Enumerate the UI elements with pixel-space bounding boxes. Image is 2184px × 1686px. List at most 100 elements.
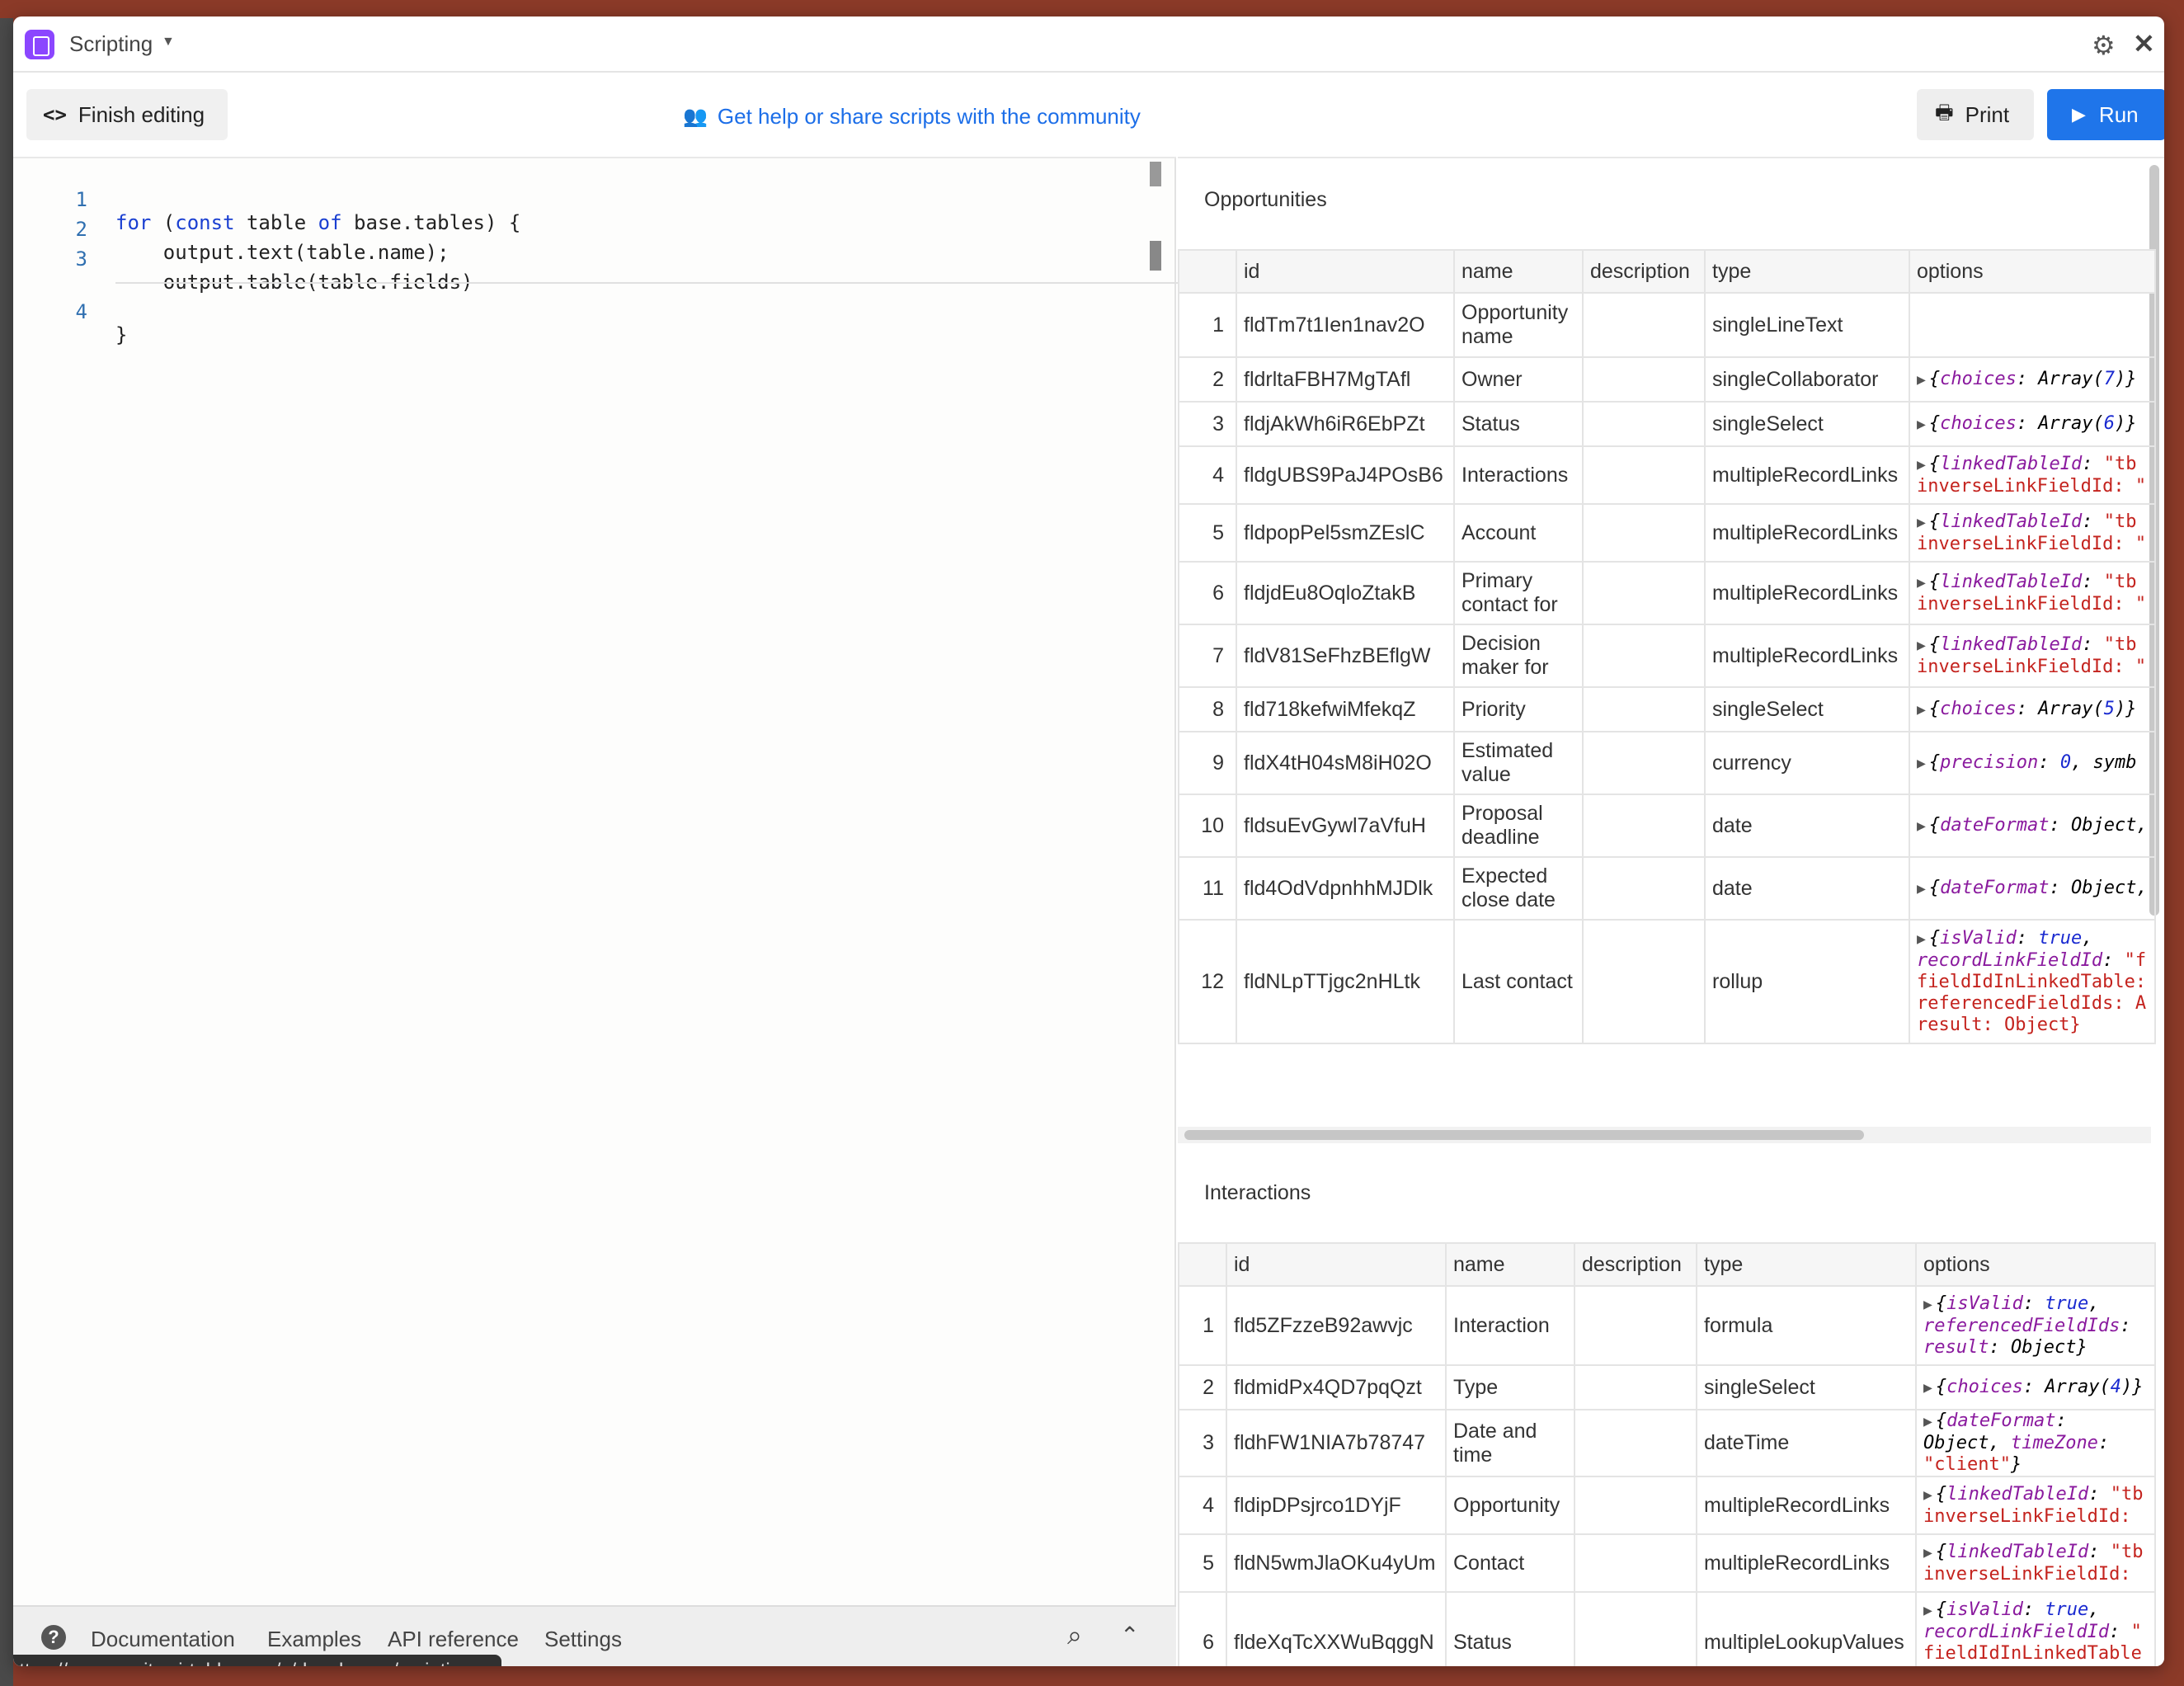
options-object-preview[interactable]: ▶ {dateFormat: Object, <box>1917 815 2148 837</box>
field-options-cell[interactable]: ▶ {isValid: true, recordLinkFieldId: " fi… <box>1915 1591 2156 1667</box>
field-id-cell: fldjdEu8OqloZtakB <box>1236 561 1455 625</box>
field-id-cell: fldgUBS9PaJ4POsB6 <box>1236 445 1455 505</box>
options-object-preview[interactable]: ▶ {choices: Array(6)} <box>1917 413 2148 436</box>
options-object-preview[interactable]: ▶ {linkedTableId: "tb inverseLinkFieldId:… <box>1917 572 2148 615</box>
table-row: 9 fldX4tH04sM8iH02O Estimated value currenc… <box>1178 731 2156 795</box>
table-heading: Opportunities <box>1204 188 1327 211</box>
examples-link[interactable]: Examples <box>267 1627 361 1652</box>
row-index: 9 <box>1178 731 1237 795</box>
table-row: 5 fldpopPel5smZEslC Account multipleRecordL… <box>1178 503 2156 563</box>
row-index: 10 <box>1178 794 1237 858</box>
options-object-preview[interactable]: ▶ {linkedTableId: "tb inverseLinkFieldId: <box>1923 1542 2148 1585</box>
search-icon[interactable]: ⌕ <box>1067 1620 1082 1651</box>
app-title[interactable]: Scripting <box>69 31 153 57</box>
settings-link[interactable]: Settings <box>544 1627 622 1652</box>
field-options-cell[interactable]: ▶ {dateFormat: Object, <box>1909 856 2156 921</box>
options-object-preview[interactable]: ▶ {linkedTableId: "tb inverseLinkFieldId: <box>1923 1484 2148 1528</box>
table-header-row: id name description type options <box>1178 249 2156 294</box>
output-scroll-area[interactable]: Opportunities id name description type optio… <box>1178 158 2164 1666</box>
table-row: 3 fldjAkWh6iR6EbPZt Status singleSelect ▶ {ch… <box>1178 401 2156 447</box>
code-editor[interactable]: 1 for (const table of base.tables) { 2 o… <box>13 158 1184 1594</box>
options-object-preview[interactable]: ▶ {dateFormat: Object, <box>1917 878 2148 900</box>
field-type-cell: multipleLookupValues <box>1696 1591 1917 1666</box>
field-options-cell[interactable]: ▶ {isValid: true, recordLinkFieldId: "f f… <box>1909 919 2156 1044</box>
table-row: 6 fldeXqTcXXWuBqggN Status multipleLookupVa… <box>1178 1591 2156 1667</box>
table-row: 10 fldsuEvGywl7aVfuH Proposal deadline date… <box>1178 794 2156 858</box>
field-options-cell[interactable]: ▶ {isValid: true, referencedFieldIds: res… <box>1915 1285 2156 1366</box>
field-options-cell[interactable]: ▶ {dateFormat: Object, <box>1909 794 2156 858</box>
field-options-cell[interactable]: ▶ {choices: Array(6)} <box>1909 401 2156 447</box>
options-object-preview[interactable]: ▶ {dateFormat: Object, timeZone: "client"… <box>1923 1411 2148 1475</box>
field-options-cell[interactable]: ▶ {dateFormat: Object, timeZone: "client"… <box>1915 1409 2156 1477</box>
table-row: 4 fldgUBS9PaJ4POsB6 Interactions multipleRe… <box>1178 445 2156 505</box>
field-id-cell: fldV81SeFhzBEflgW <box>1236 624 1455 688</box>
field-id-cell: fldN5wmJlaOKu4yUm <box>1226 1533 1447 1593</box>
column-header-type: type <box>1696 1242 1917 1287</box>
field-type-cell: date <box>1704 856 1910 921</box>
community-help-link[interactable]: 👥 Get help or share scripts with the com… <box>683 104 1141 130</box>
options-object-preview[interactable]: ▶ {linkedTableId: "tb inverseLinkFieldId:… <box>1917 454 2148 497</box>
options-object-preview[interactable]: ▶ {choices: Array(7)} <box>1917 369 2148 391</box>
field-type-cell: singleSelect <box>1704 401 1910 447</box>
field-options-cell[interactable]: ▶ {precision: 0, symb <box>1909 731 2156 795</box>
options-object-preview[interactable]: ▶ {isValid: true, recordLinkFieldId: "f f… <box>1917 928 2148 1036</box>
field-options-cell[interactable]: ▶ {linkedTableId: "tb inverseLinkFieldId:… <box>1909 445 2156 505</box>
chevron-up-icon[interactable]: ⌃ <box>1120 1622 1139 1649</box>
field-description-cell <box>1582 445 1706 505</box>
horizontal-scrollbar[interactable] <box>1178 1127 2151 1143</box>
field-options-cell[interactable]: ▶ {linkedTableId: "tb inverseLinkFieldId: <box>1915 1533 2156 1593</box>
code-icon: <> <box>43 103 67 126</box>
row-index: 1 <box>1178 1285 1227 1366</box>
options-object-preview[interactable]: ▶ {choices: Array(4)} <box>1923 1377 2148 1399</box>
field-description-cell <box>1582 731 1706 795</box>
documentation-link[interactable]: Documentation <box>91 1627 235 1652</box>
field-options-cell[interactable]: ▶ {linkedTableId: "tb inverseLinkFieldId:… <box>1909 624 2156 688</box>
field-options-cell[interactable]: ▶ {linkedTableId: "tb inverseLinkFieldId:… <box>1909 503 2156 563</box>
horizontal-scrollbar-thumb[interactable] <box>1184 1130 1864 1140</box>
chevron-down-icon[interactable]: ▼ <box>162 35 175 49</box>
api-reference-link[interactable]: API reference <box>388 1627 519 1652</box>
options-object-preview[interactable]: ▶ {linkedTableId: "tb inverseLinkFieldId:… <box>1917 511 2148 555</box>
scripting-app-icon <box>25 30 54 59</box>
editor-scrollbar-thumb[interactable] <box>1150 162 1161 186</box>
field-id-cell: fldTm7t1Ien1nav2O <box>1236 292 1455 358</box>
field-name-cell: Opportunity name <box>1453 292 1584 358</box>
help-icon[interactable]: ? <box>41 1625 66 1650</box>
field-name-cell: Date and time <box>1445 1409 1575 1477</box>
field-type-cell: dateTime <box>1696 1409 1917 1477</box>
field-type-cell: formula <box>1696 1285 1917 1366</box>
print-button[interactable]: 🖶 Print <box>1917 89 2034 140</box>
field-options-cell[interactable]: ▶ {choices: Array(5)} <box>1909 686 2156 732</box>
code-editor-pane: <> Finish editing 👥 Get help or share sc… <box>13 73 1184 1666</box>
field-description-cell <box>1582 561 1706 625</box>
options-object-preview[interactable]: ▶ {precision: 0, symb <box>1917 752 2148 775</box>
backdrop-right <box>2164 18 2184 1686</box>
row-index: 3 <box>1178 401 1237 447</box>
options-object-preview[interactable]: ▶ {choices: Array(5)} <box>1917 699 2148 721</box>
options-object-preview[interactable]: ▶ {linkedTableId: "tb inverseLinkFieldId:… <box>1917 634 2148 678</box>
run-label: Run <box>2098 101 2139 127</box>
field-name-cell: Proposal deadline <box>1453 794 1584 858</box>
field-options-cell[interactable]: ▶ {choices: Array(7)} <box>1909 356 2156 403</box>
field-description-cell <box>1582 856 1706 921</box>
field-description-cell <box>1582 794 1706 858</box>
field-id-cell: fldmidPx4QD7pqQzt <box>1226 1364 1447 1410</box>
close-icon[interactable]: ✕ <box>2133 28 2155 59</box>
run-button[interactable]: ▶ Run <box>2047 89 2164 140</box>
field-name-cell: Interactions <box>1453 445 1584 505</box>
field-name-cell: Owner <box>1453 356 1584 403</box>
field-type-cell: singleSelect <box>1704 686 1910 732</box>
table-row: 8 fld718kefwiMfekqZ Priority singleSelect ▶{… <box>1178 686 2156 732</box>
table-row: 2 fldmidPx4QD7pqQzt Type singleSelect ▶ {choi… <box>1178 1364 2156 1410</box>
field-options-cell[interactable]: ▶ {linkedTableId: "tb inverseLinkFieldId: <box>1915 1476 2156 1535</box>
field-options-cell[interactable]: ▶ {linkedTableId: "tb inverseLinkFieldId:… <box>1909 561 2156 625</box>
field-options-cell[interactable]: ▶ {choices: Array(4)} <box>1915 1364 2156 1410</box>
output-pane: 🖶 Print ▶ Run Opportunities id name descri… <box>1178 73 2164 1666</box>
field-type-cell: multipleRecordLinks <box>1704 503 1910 563</box>
options-object-preview[interactable]: ▶ {isValid: true, recordLinkFieldId: " fi… <box>1923 1599 2148 1667</box>
field-id-cell: fldeXqTcXXWuBqggN <box>1226 1591 1447 1666</box>
finish-editing-button[interactable]: <> Finish editing <box>26 89 228 140</box>
gear-icon[interactable]: ⚙ <box>2092 30 2116 61</box>
table-row: 1 fld5ZFzzeB92awvjc Interaction formula ▶ {is… <box>1178 1285 2156 1366</box>
options-object-preview[interactable]: ▶ {isValid: true, referencedFieldIds: res… <box>1923 1293 2148 1359</box>
